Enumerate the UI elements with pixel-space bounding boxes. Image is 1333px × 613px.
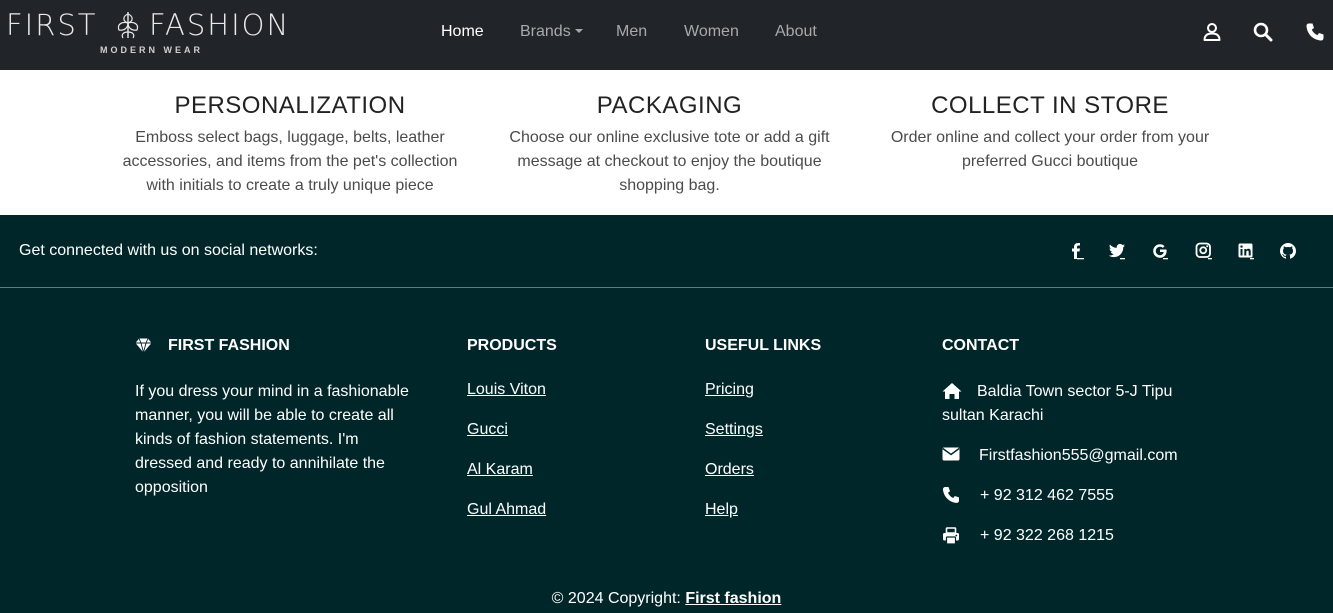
- social-bar: Get connected with us on social networks…: [0, 215, 1333, 288]
- feature-title: PACKAGING: [596, 92, 743, 119]
- github-icon[interactable]: [1279, 242, 1297, 260]
- search-icon[interactable]: [1253, 22, 1273, 42]
- instagram-icon[interactable]: [1195, 242, 1213, 260]
- footer-useful-link[interactable]: Orders: [705, 461, 754, 479]
- footer-about-title: FIRST FASHION: [168, 337, 290, 354]
- feature-personalization: PERSONALIZATION Emboss select bags, lugg…: [115, 89, 465, 198]
- brand-subtitle: MODERN WEAR: [100, 45, 203, 55]
- footer-contact-title: CONTACT: [942, 337, 1020, 354]
- copyright: © 2024 Copyright: First fashion: [0, 590, 1333, 608]
- facebook-icon[interactable]: [1067, 242, 1085, 260]
- brand-title: FIRST FASHION: [6, 8, 288, 42]
- footer-products-title: PRODUCTS: [467, 337, 557, 354]
- copyright-text: © 2024 Copyright:: [551, 590, 686, 607]
- printer-icon: [943, 527, 959, 545]
- google-icon[interactable]: [1151, 242, 1169, 260]
- feature-title: COLLECT IN STORE: [931, 92, 1169, 119]
- phone-icon[interactable]: [1305, 22, 1325, 42]
- linkedin-icon[interactable]: [1237, 242, 1255, 260]
- footer-email: Firstfashion555@gmail.com: [979, 447, 1178, 464]
- phone-icon: [943, 487, 959, 503]
- footer-product-link[interactable]: Louis Viton: [467, 381, 546, 399]
- copyright-link[interactable]: First fashion: [685, 590, 781, 607]
- footer-fax: + 92 322 268 1215: [980, 527, 1114, 544]
- feature-text: Order online and collect your order from…: [890, 129, 1210, 170]
- envelope-icon: [942, 447, 960, 461]
- nav-brands-dropdown[interactable]: Brands: [520, 23, 583, 41]
- footer-useful-link[interactable]: Settings: [705, 421, 763, 439]
- nav-women[interactable]: Women: [684, 23, 739, 41]
- feature-title: PERSONALIZATION: [174, 92, 406, 119]
- caret-down-icon: [574, 29, 583, 33]
- feature-text: Choose our online exclusive tote or add …: [509, 129, 830, 194]
- footer-product-link[interactable]: Gucci: [467, 421, 508, 439]
- footer-useful-links-title: USEFUL LINKS: [705, 337, 822, 354]
- footer-phone: + 92 312 462 7555: [980, 487, 1114, 504]
- brand-word-fashion: FASHION: [149, 8, 291, 42]
- gem-icon: [135, 338, 152, 353]
- footer-product-link[interactable]: Al Karam: [467, 461, 533, 479]
- feature-packaging: PACKAGING Choose our online exclusive to…: [497, 89, 842, 198]
- feature-text: Emboss select bags, luggage, belts, leat…: [122, 129, 458, 194]
- footer-address: Baldia Town sector 5-J Tipu sultan Karac…: [942, 383, 1173, 424]
- footer-product-link[interactable]: Gul Ahmad: [467, 501, 546, 519]
- social-text: Get connected with us on social networks…: [19, 242, 318, 259]
- nav-home[interactable]: Home: [441, 23, 484, 41]
- nav-men[interactable]: Men: [616, 23, 647, 41]
- feature-collect-in-store: COLLECT IN STORE Order online and collec…: [875, 89, 1225, 174]
- top-navbar: FIRST FASHION MODERN WEAR Home Brands Me…: [0, 0, 1333, 70]
- footer-useful-link[interactable]: Help: [705, 501, 738, 519]
- footer-useful-link[interactable]: Pricing: [705, 381, 754, 399]
- brand-word-first: FIRST: [6, 8, 98, 42]
- leaf-logo-icon: [117, 12, 139, 39]
- twitter-icon[interactable]: [1108, 242, 1126, 260]
- nav-brands-label: Brands: [520, 23, 571, 40]
- nav-about[interactable]: About: [775, 23, 817, 41]
- footer-about-text: If you dress your mind in a fashionable …: [135, 383, 409, 496]
- user-icon[interactable]: [1202, 22, 1222, 42]
- brand-logo[interactable]: FIRST FASHION MODERN WEAR: [6, 6, 298, 62]
- footer: FIRST FASHION If you dress your mind in …: [0, 288, 1333, 613]
